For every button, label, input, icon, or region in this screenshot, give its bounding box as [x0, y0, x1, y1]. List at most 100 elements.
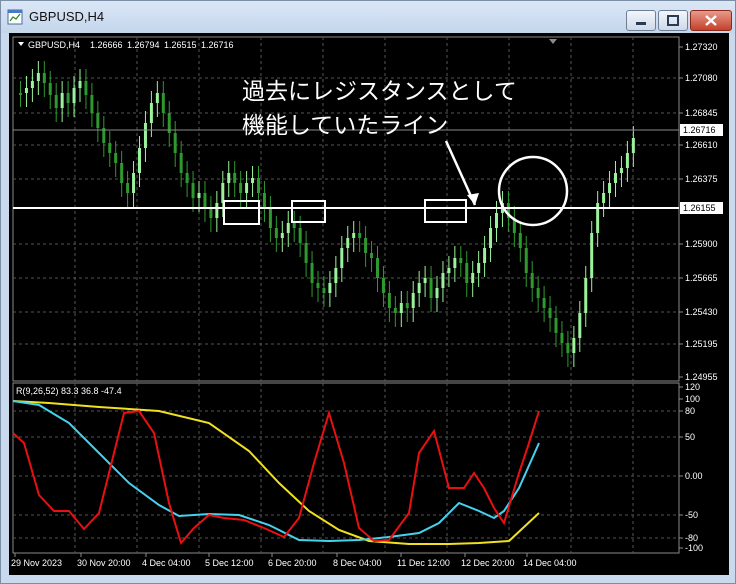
indicator-tick-label: 0.00	[685, 471, 703, 481]
candle-body	[143, 123, 147, 148]
candle-body	[578, 313, 582, 338]
candle-body	[352, 233, 356, 238]
breakout-circle	[497, 155, 569, 227]
candle-body	[381, 278, 385, 293]
candle-body	[209, 208, 213, 218]
candle-body	[548, 308, 552, 318]
candle-body	[126, 183, 130, 193]
indicator-label: R(9,26,52) 83.3 36.8 -47.4	[16, 386, 122, 396]
dropdown-triangle-icon[interactable]	[18, 42, 24, 46]
candle-body	[441, 273, 445, 288]
candle-body	[90, 95, 94, 113]
candle-body	[138, 148, 141, 173]
candle-body	[566, 343, 570, 353]
candle-body	[108, 143, 112, 153]
candle-body	[233, 173, 237, 183]
price-tick-label: 1.25665	[685, 273, 718, 283]
time-axis: 29 Nov 2023 30 Nov 20:00 4 Dec 04:00 5 Dec …	[11, 553, 577, 568]
candle-body	[625, 153, 629, 168]
annotation-text-line2: 機能していたライン	[242, 112, 448, 138]
candle-body	[179, 153, 183, 173]
candle-body	[322, 288, 326, 293]
candle-body	[286, 223, 290, 233]
candle-body	[42, 73, 46, 83]
indicator-tick-label: 50	[685, 432, 695, 442]
candle-body	[346, 238, 350, 248]
shift-marker-icon[interactable]	[549, 39, 557, 44]
annotation-text-line1: 過去にレジスタンスとして	[242, 78, 517, 104]
price-tick-label: 1.25195	[685, 339, 718, 349]
candle-body	[203, 193, 207, 208]
candle-body	[393, 308, 397, 313]
price-chart-svg[interactable]: 過去にレジスタンスとして 機能していたライン GBPUSD,H4 1.26666…	[9, 33, 729, 575]
candle-body	[274, 228, 278, 238]
chart-header-low: 1.26515	[164, 40, 197, 50]
minimize-button[interactable]	[626, 10, 656, 31]
time-tick-label: 8 Dec 04:00	[333, 558, 382, 568]
candle-body	[245, 183, 249, 193]
candle-body	[524, 248, 528, 273]
price-tick-label: 1.25430	[685, 307, 718, 317]
candle-body	[358, 233, 362, 238]
candle-body	[631, 138, 635, 153]
candle-body	[24, 88, 28, 93]
candle-body	[36, 73, 40, 81]
candle-body	[489, 228, 493, 248]
resistance-touch-box	[223, 200, 260, 225]
candle-body	[304, 243, 308, 263]
candle-body	[334, 268, 338, 283]
indicator-lines	[12, 400, 540, 546]
candle-body	[364, 238, 368, 253]
candle-body	[96, 113, 100, 128]
candle-body	[185, 173, 189, 183]
candle-body	[619, 168, 623, 173]
price-tick-label: 1.26375	[685, 174, 718, 184]
candle-body	[48, 83, 52, 95]
time-tick-label: 5 Dec 12:00	[205, 558, 254, 568]
title-bar[interactable]: GBPUSD,H4	[1, 1, 735, 33]
candle-body	[292, 223, 296, 228]
candle-body	[66, 93, 70, 103]
chart-window-icon	[7, 9, 23, 25]
candle-body	[54, 95, 58, 108]
time-tick-label: 6 Dec 20:00	[268, 558, 317, 568]
chart-area[interactable]: 過去にレジスタンスとして 機能していたライン GBPUSD,H4 1.26666…	[9, 33, 729, 575]
candle-body	[257, 178, 260, 193]
terminal-window: GBPUSD,H4 過去にレジスタンスとして 機能していたライン GBPUSD,…	[0, 0, 736, 584]
price-tick-label: 1.26845	[685, 108, 718, 118]
candle-body	[602, 193, 606, 203]
candle-body	[417, 283, 421, 293]
series-slow-line	[12, 400, 540, 545]
candle-body	[495, 213, 498, 228]
candle-body	[518, 233, 522, 248]
candle-body	[227, 173, 231, 183]
candle-body	[161, 93, 165, 113]
candle-body	[376, 258, 379, 278]
candle-body	[340, 248, 344, 268]
chart-header-close: 1.26716	[201, 40, 234, 50]
series-fast-line	[12, 409, 540, 546]
candle-body	[530, 273, 534, 288]
maximize-button[interactable]	[658, 10, 688, 31]
candle-body	[465, 263, 469, 283]
close-icon	[705, 15, 717, 26]
candle-body	[114, 153, 118, 163]
candle-body	[608, 183, 612, 193]
time-tick-label: 4 Dec 04:00	[142, 558, 191, 568]
time-tick-label: 29 Nov 2023	[11, 558, 62, 568]
candle-body	[584, 278, 588, 313]
candle-body	[215, 203, 219, 218]
candle-body	[262, 193, 266, 208]
indicator-tick-label: -80	[685, 533, 698, 543]
candle-body	[471, 273, 475, 283]
candle-body	[72, 88, 76, 103]
candle-body	[590, 233, 594, 278]
candle-body	[60, 93, 64, 108]
candle-body	[459, 258, 463, 263]
resistance-touch-box	[291, 200, 326, 223]
window-title: GBPUSD,H4	[29, 9, 105, 24]
price-tick-label: 1.26610	[685, 140, 718, 150]
candle-body	[30, 81, 34, 88]
close-button[interactable]	[690, 10, 732, 31]
candle-body	[614, 173, 617, 183]
